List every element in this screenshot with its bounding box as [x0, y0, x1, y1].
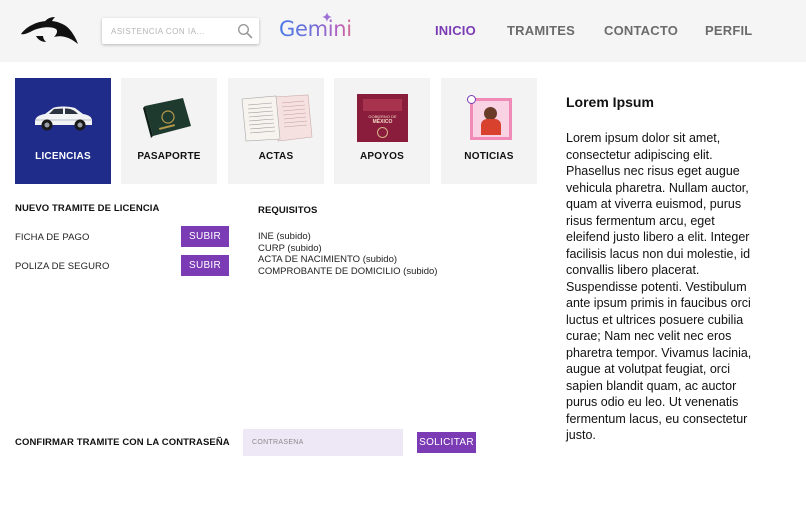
tile-label: APOYOS: [360, 151, 404, 162]
requirement-item: ACTA DE NACIMIENTO (subido): [258, 254, 398, 265]
news-person-body: [481, 119, 501, 135]
news-image-icon: [467, 95, 512, 140]
government-poster-icon: GOBIERNO DE MÉXICO: [357, 94, 408, 142]
ai-search-box[interactable]: [102, 18, 259, 44]
upload-poliza-button[interactable]: SUBIR: [181, 255, 229, 276]
tile-label: PASAPORTE: [137, 151, 201, 162]
tile-label: ACTAS: [258, 151, 294, 162]
ai-search-input[interactable]: [102, 18, 232, 44]
passport-icon: [143, 98, 191, 138]
tile-licencias[interactable]: LICENCIAS: [15, 78, 111, 184]
poster-seal: [377, 127, 388, 138]
requirement-item: COMPROBANTE DE DOMICILIO (subido): [258, 265, 438, 277]
password-field[interactable]: [243, 429, 403, 456]
license-form-title: NUEVO TRAMITE DE LICENCIA: [15, 203, 160, 214]
news-badge-icon: [467, 95, 476, 104]
requirements-title: REQUISITOS: [258, 205, 318, 216]
car-icon: [35, 106, 92, 131]
nav-contacto[interactable]: CONTACTO: [604, 23, 678, 38]
tile-label: NOTICIAS: [464, 151, 514, 162]
tile-actas[interactable]: ACTAS: [228, 78, 324, 184]
gemini-logo-text: Gemini: [279, 17, 352, 41]
upload-ficha-button[interactable]: SUBIR: [181, 226, 229, 247]
sidebar-title: Lorem Ipsum: [566, 94, 654, 110]
requirement-item: INE (subido): [258, 231, 311, 242]
requirement-item: CURP (subido): [258, 242, 322, 254]
documents-icon: [241, 94, 313, 142]
nav-perfil[interactable]: PERFIL: [705, 23, 752, 38]
ficha-pago-label: FICHA DE PAGO: [15, 232, 90, 243]
tile-noticias[interactable]: NOTICIAS: [441, 78, 537, 184]
sidebar-paragraph: Suspendisse potenti. Vestibulum ante ips…: [566, 279, 752, 443]
poster-banner: [363, 99, 402, 111]
sidebar-text: Lorem ipsum dolor sit amet, consectetur …: [566, 130, 756, 444]
gemini-logo[interactable]: Gemini: [279, 14, 352, 44]
nav-inicio[interactable]: INICIO: [435, 23, 476, 38]
nav-tramites[interactable]: TRAMITES: [507, 23, 575, 38]
gemini-sparkle-icon: [322, 12, 332, 22]
solicitar-button[interactable]: SOLICITAR: [417, 432, 476, 453]
poliza-seguro-label: POLIZA DE SEGURO: [15, 261, 110, 272]
dolphin-logo-icon[interactable]: [18, 14, 80, 48]
search-icon[interactable]: [237, 23, 253, 39]
poster-text-bottom: MÉXICO: [372, 119, 393, 125]
tile-pasaporte[interactable]: PASAPORTE: [121, 78, 217, 184]
confirm-label: CONFIRMAR TRAMITE CON LA CONTRASEÑA: [15, 437, 230, 448]
tile-apoyos[interactable]: GOBIERNO DE MÉXICO APOYOS: [334, 78, 430, 184]
header-bar: Gemini INICIO TRAMITES CONTACTO PERFIL: [0, 0, 806, 62]
sidebar-paragraph: Lorem ipsum dolor sit amet, consectetur …: [566, 131, 751, 277]
tile-label: LICENCIAS: [35, 151, 91, 162]
